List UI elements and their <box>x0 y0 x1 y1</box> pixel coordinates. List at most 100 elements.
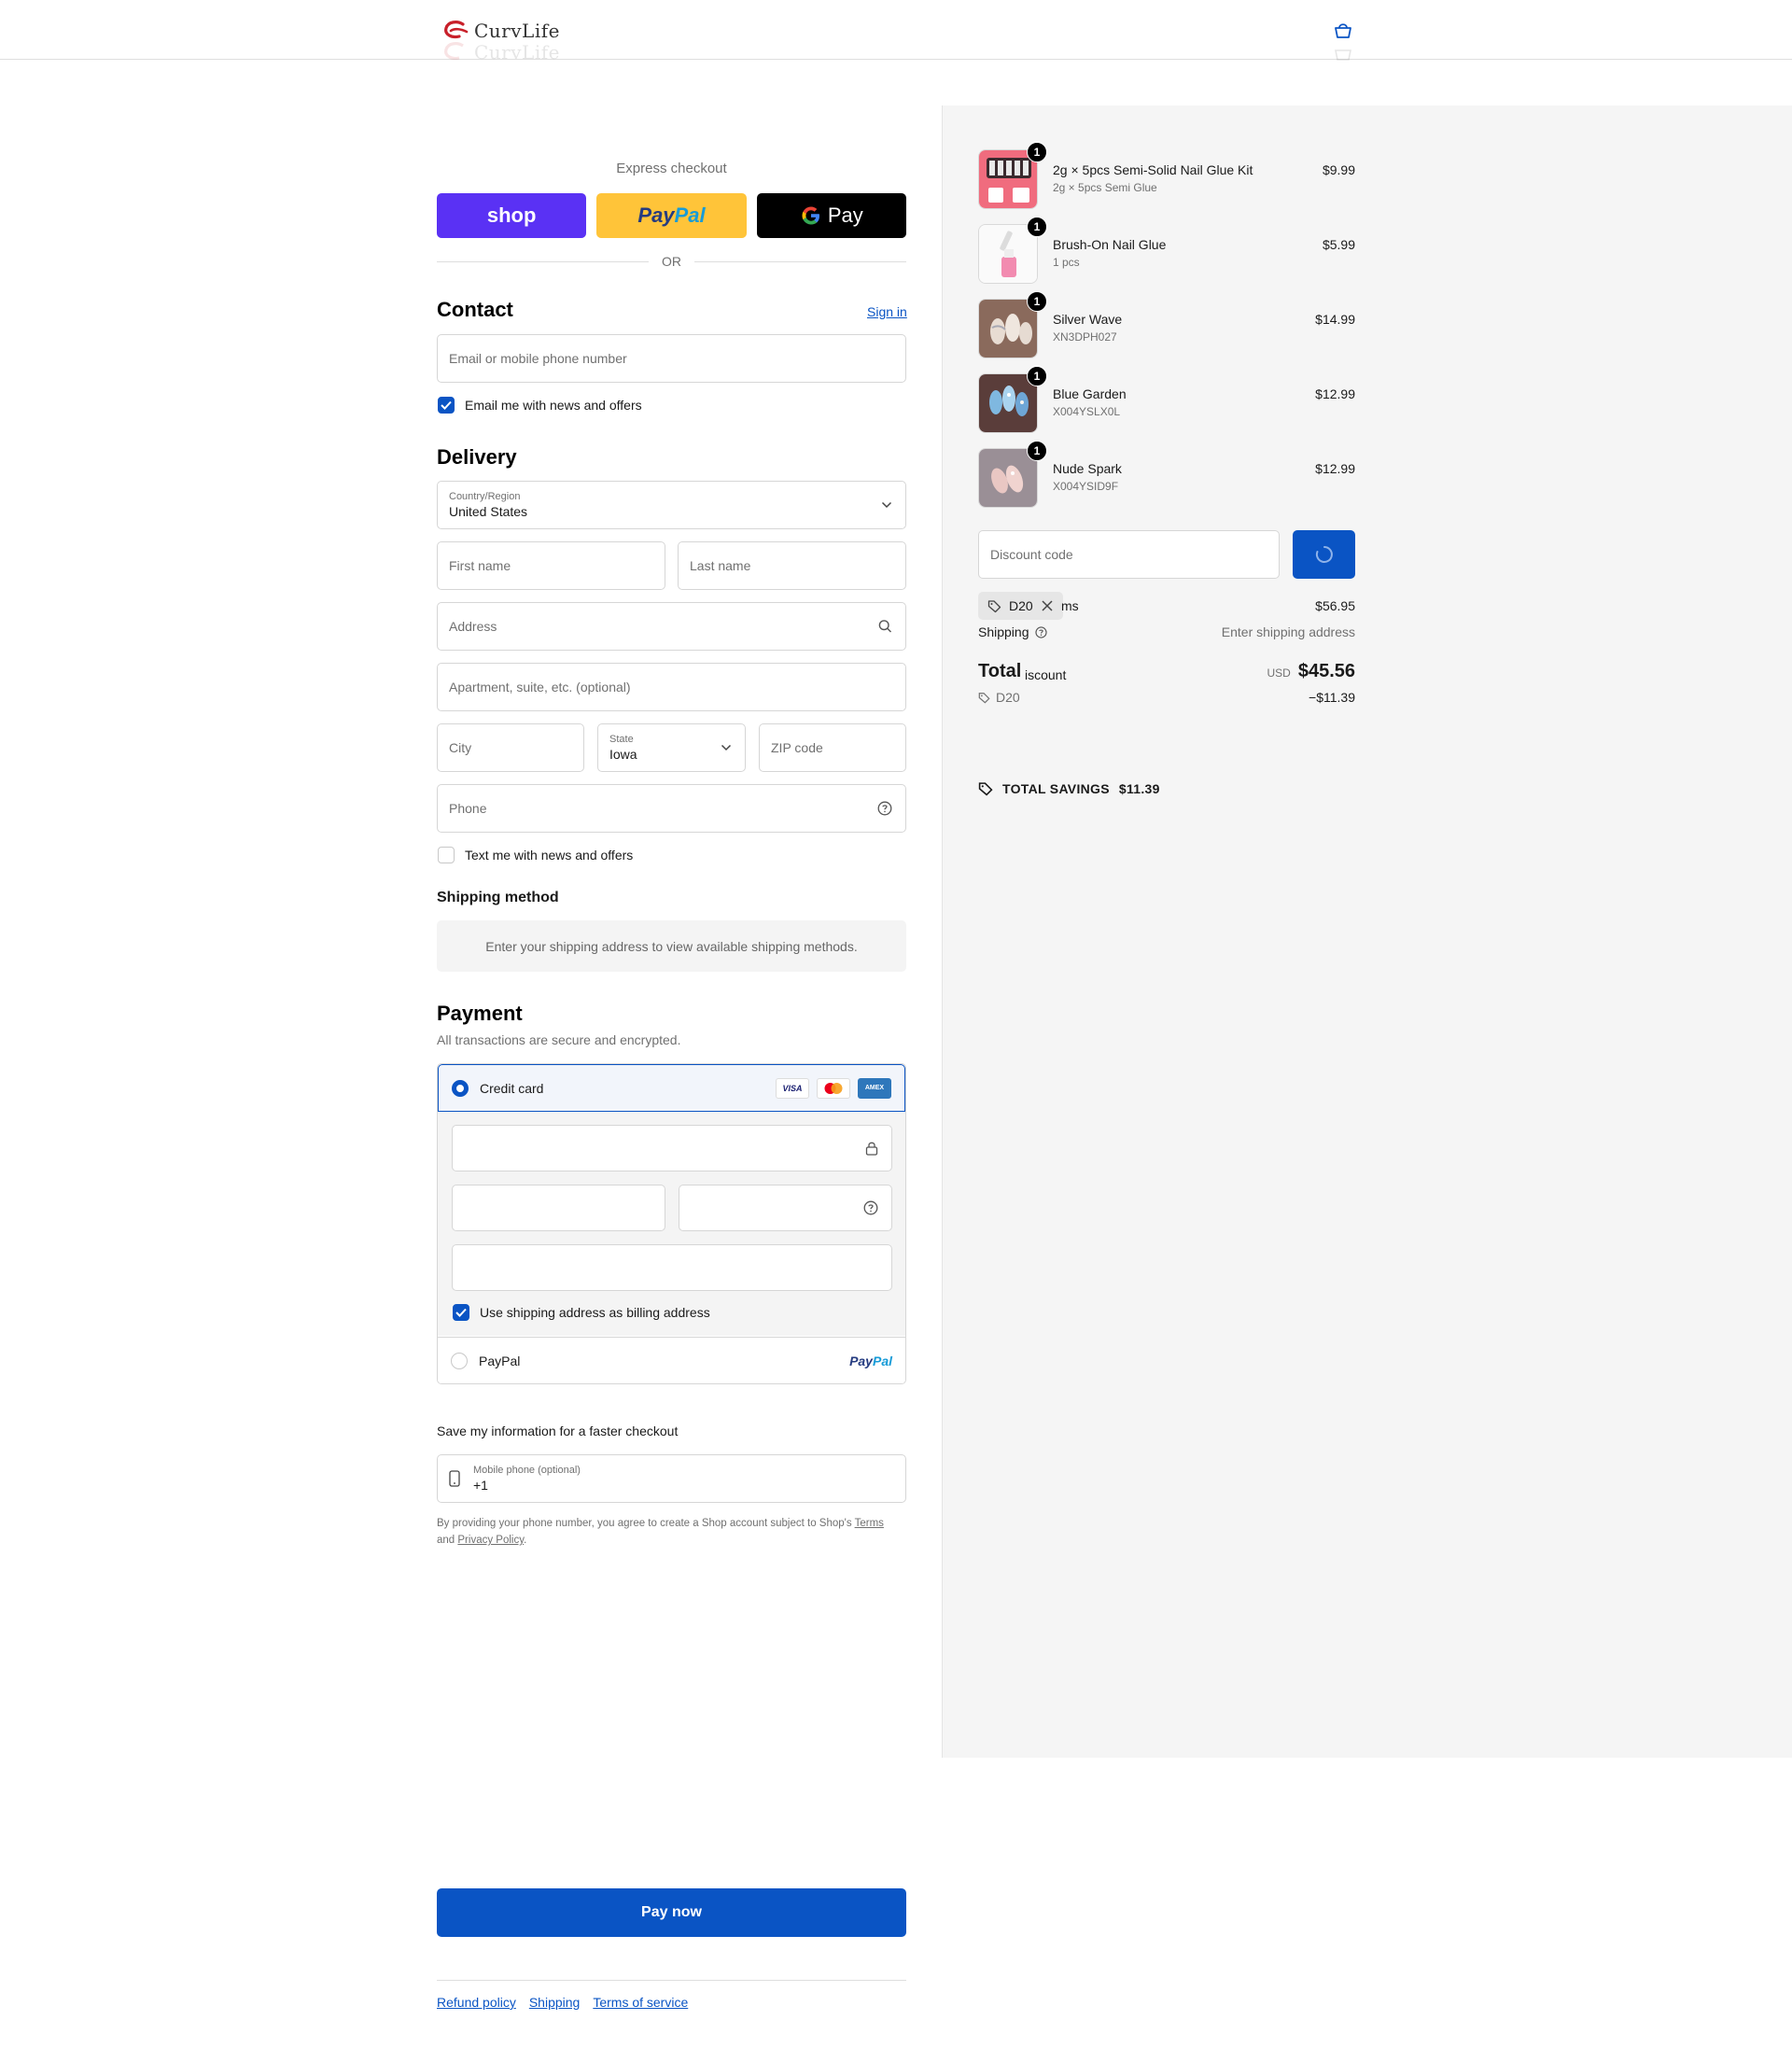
address-field[interactable]: Address <box>437 602 906 651</box>
total-value: $45.56 <box>1297 661 1355 681</box>
text-news-checkbox[interactable]: Text me with news and offers <box>438 847 633 863</box>
help-circle-icon[interactable] <box>863 1200 878 1215</box>
billing-same-checkbox[interactable]: Use shipping address as billing address <box>453 1304 710 1321</box>
paypal-button[interactable]: Pay Pal <box>596 193 747 238</box>
mobile-phone-field[interactable]: Mobile phone (optional) +1 <box>437 1454 906 1503</box>
terms-link[interactable]: Terms <box>855 1518 884 1529</box>
billing-same-label: Use shipping address as billing address <box>480 1305 710 1320</box>
line-item: 1 Nude Spark X004YSID9F $12.99 <box>978 441 1355 508</box>
name-on-card-field[interactable] <box>452 1244 892 1291</box>
shopping-bag-shadow-icon <box>1335 49 1351 61</box>
email-news-checkbox[interactable]: Email me with news and offers <box>438 397 642 414</box>
item-variant: 1 pcs <box>1053 256 1080 269</box>
card-number-field[interactable] <box>452 1125 892 1171</box>
credit-card-form: Use shipping address as billing address <box>438 1112 905 1336</box>
item-name: 2g × 5pcs Semi-Solid Nail Glue Kit <box>1053 162 1253 177</box>
checkbox-checked-icon <box>438 397 455 414</box>
applied-discount-chip: D20 <box>978 592 1063 620</box>
paypal-option[interactable]: PayPal PayPal <box>438 1337 905 1383</box>
or-divider: OR <box>437 254 906 269</box>
apartment-field[interactable]: Apartment, suite, etc. (optional) <box>437 663 906 711</box>
applied-discount-code: D20 <box>1009 598 1033 613</box>
total-savings-value: $11.39 <box>1118 781 1160 796</box>
shop-pay-label: shop <box>486 203 537 227</box>
country-select[interactable]: Country/Region United States <box>437 481 906 529</box>
discount-row: D20 −$11.39 <box>978 690 1355 705</box>
quantity-badge: 1 <box>1027 366 1047 386</box>
tag-icon <box>978 782 993 796</box>
footer-links: Refund policy Shipping Terms of service <box>437 1995 688 2010</box>
phone-placeholder: Phone <box>449 801 487 816</box>
apply-discount-button[interactable] <box>1293 530 1355 579</box>
order-discount-label-tail: iscount <box>1025 667 1067 682</box>
legal-prefix: By providing your phone number, you agre… <box>437 1518 855 1529</box>
express-checkout-buttons: shop Pay Pal Pay <box>437 193 906 238</box>
checkbox-checked-icon <box>453 1304 469 1321</box>
item-name: Blue Garden <box>1053 386 1127 401</box>
google-pay-button[interactable]: Pay <box>756 193 906 238</box>
line-item: 1 Brush-On Nail Glue 1 pcs $5.99 <box>978 217 1355 284</box>
curvlife-logo-icon <box>444 42 464 61</box>
brand-logo[interactable]: CurvLife <box>442 19 560 43</box>
total-savings-label: TOTAL SAVINGS <box>1002 781 1110 796</box>
email-field[interactable]: Email or mobile phone number <box>437 334 906 383</box>
line-item: 1 Blue Garden X004YSLX0L $12.99 <box>978 366 1355 433</box>
shipping-value: Enter shipping address <box>1221 624 1355 639</box>
credit-card-option[interactable]: Credit card VISA AMEX <box>438 1064 905 1112</box>
tag-icon <box>987 599 1001 612</box>
privacy-policy-link[interactable]: Privacy Policy <box>457 1535 524 1546</box>
paypal-mark-a: Pay <box>849 1353 873 1368</box>
save-info-title: Save my information for a faster checkou… <box>437 1424 679 1438</box>
radio-selected-icon <box>452 1079 469 1097</box>
discount-value: −$11.39 <box>1309 690 1355 705</box>
help-circle-icon[interactable] <box>877 801 892 816</box>
payment-heading: Payment <box>437 1002 523 1025</box>
or-label: OR <box>662 254 681 269</box>
zip-field[interactable]: ZIP code <box>759 723 906 772</box>
paypal-logo: PayPal <box>849 1354 892 1368</box>
last-name-field[interactable]: Last name <box>678 541 906 590</box>
shop-pay-button[interactable]: shop <box>437 193 587 238</box>
shopping-bag-icon[interactable] <box>1333 21 1353 39</box>
shipping-method-message: Enter your shipping address to view avai… <box>437 920 906 972</box>
discount-code-label: D20 <box>996 690 1020 705</box>
legal-and: and <box>437 1535 458 1546</box>
discount-code-field[interactable]: Discount code <box>978 530 1280 579</box>
quantity-badge: 1 <box>1027 441 1047 461</box>
brand-name-shadow: CurvLife <box>474 41 560 63</box>
sign-in-link[interactable]: Sign in <box>867 304 907 319</box>
chevron-down-icon <box>721 744 732 751</box>
item-variant: XN3DPH027 <box>1053 330 1117 344</box>
mobile-phone-icon <box>449 1470 460 1487</box>
line-item: 1 Silver Wave XN3DPH027 $14.99 <box>978 291 1355 358</box>
google-g-icon <box>802 206 819 225</box>
item-variant: 2g × 5pcs Semi Glue <box>1053 181 1157 194</box>
shipping-policy-link[interactable]: Shipping <box>529 1995 581 2010</box>
state-select[interactable]: State Iowa <box>597 723 746 772</box>
phone-field[interactable]: Phone <box>437 784 906 833</box>
item-variant: X004YSLX0L <box>1053 405 1121 418</box>
help-circle-icon[interactable] <box>1034 625 1047 638</box>
state-label: State <box>609 734 634 745</box>
first-name-field[interactable]: First name <box>437 541 665 590</box>
payment-options: Credit card VISA AMEX Use shipping addre… <box>437 1063 906 1384</box>
terms-of-service-link[interactable]: Terms of service <box>593 1995 688 2010</box>
pay-now-button[interactable]: Pay now <box>437 1888 906 1937</box>
paypal-logo-a: Pay <box>637 203 675 227</box>
email-placeholder: Email or mobile phone number <box>449 351 627 366</box>
zip-placeholder: ZIP code <box>771 740 823 755</box>
refund-policy-link[interactable]: Refund policy <box>437 1995 516 2010</box>
contact-heading: Contact <box>437 298 513 321</box>
country-label: Country/Region <box>449 491 521 502</box>
visa-icon: VISA <box>776 1077 809 1099</box>
country-value: United States <box>449 504 528 519</box>
card-security-code-field[interactable] <box>679 1185 892 1231</box>
text-news-label: Text me with news and offers <box>465 848 634 863</box>
search-icon <box>878 620 891 633</box>
close-icon[interactable] <box>1041 599 1054 612</box>
card-expiry-field[interactable] <box>452 1185 665 1231</box>
shop-legal-text: By providing your phone number, you agre… <box>437 1515 906 1549</box>
discount-code-placeholder: Discount code <box>990 547 1073 562</box>
first-name-placeholder: First name <box>449 558 511 573</box>
city-field[interactable]: City <box>437 723 584 772</box>
